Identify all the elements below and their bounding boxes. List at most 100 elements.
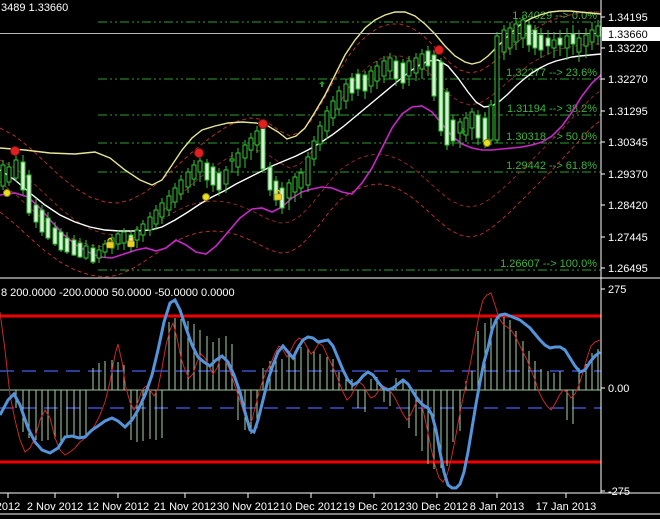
candle-body bbox=[260, 126, 266, 170]
candle-body bbox=[532, 29, 538, 49]
candle-body bbox=[413, 57, 419, 74]
candle-body bbox=[140, 223, 146, 236]
candle-body bbox=[444, 91, 450, 146]
candle-body bbox=[292, 176, 298, 193]
candle-body bbox=[330, 100, 336, 119]
candle-body bbox=[185, 171, 191, 188]
price-axis-label: 1.33220 bbox=[608, 43, 648, 55]
candle-body bbox=[204, 162, 210, 181]
candle-body bbox=[475, 114, 481, 139]
candle-body bbox=[387, 57, 393, 72]
candle-body bbox=[254, 130, 260, 146]
candle-body bbox=[147, 216, 153, 231]
candle-body bbox=[526, 24, 532, 46]
current-price-tag-text: 1.33660 bbox=[608, 29, 648, 41]
candle-body bbox=[223, 169, 229, 185]
candle-body bbox=[45, 217, 51, 239]
candle-body bbox=[235, 152, 241, 168]
time-axis-label: 12 Nov 2012 bbox=[87, 501, 149, 513]
candle-body bbox=[0, 164, 6, 187]
candle-body bbox=[324, 110, 330, 132]
candle-body bbox=[317, 125, 323, 145]
candle-body bbox=[6, 166, 12, 183]
candle-body bbox=[406, 60, 412, 77]
candle-body bbox=[469, 111, 475, 129]
candle-body bbox=[425, 50, 431, 67]
candle-body bbox=[172, 187, 178, 203]
time-axis-label: 30 Dec 2012 bbox=[406, 501, 468, 513]
indicator-params-text: 8 200.0000 -200.0000 50.0000 -50.0000 0.… bbox=[1, 287, 235, 299]
candle-body bbox=[355, 73, 361, 90]
sell-signal-dot bbox=[434, 45, 444, 55]
fib-level-label: 1.29442 --> 61.8% bbox=[506, 160, 597, 172]
sell-signal-dot bbox=[10, 146, 20, 156]
time-axis-label: 17 Jan 2013 bbox=[536, 501, 597, 513]
candle-body bbox=[39, 209, 45, 233]
candle-body bbox=[71, 239, 77, 256]
candle-body bbox=[267, 166, 273, 191]
candle-body bbox=[463, 117, 469, 136]
price-axis-label: 1.30345 bbox=[608, 137, 648, 149]
candle-body bbox=[305, 156, 311, 186]
time-axis-label: 2 Nov 2012 bbox=[27, 501, 83, 513]
candle-body bbox=[520, 19, 526, 39]
mt4-chart-window: 1.34029 --> 0.0% 1.32277 --> 23.6% 1.31194… bbox=[0, 0, 660, 519]
candle-body bbox=[564, 35, 570, 49]
candle-body bbox=[343, 83, 349, 102]
candle-body bbox=[583, 34, 589, 47]
candle-body bbox=[507, 27, 513, 49]
candle-body bbox=[311, 140, 317, 160]
candle-body bbox=[400, 62, 406, 84]
candle-body bbox=[52, 227, 58, 245]
candle-body bbox=[248, 137, 254, 151]
lock-icon bbox=[106, 241, 114, 249]
fib-level-label: 1.32277 --> 23.6% bbox=[506, 67, 597, 79]
chart-canvas[interactable]: 1.34029 --> 0.0%1.32277 --> 23.6%1.31194… bbox=[0, 0, 660, 519]
candle-body bbox=[159, 202, 165, 218]
candle-body bbox=[210, 166, 216, 186]
price-axis-label: 1.28420 bbox=[608, 200, 648, 212]
candle-body bbox=[419, 53, 425, 70]
sell-signal-dot bbox=[194, 148, 204, 158]
candle-body bbox=[431, 54, 437, 97]
candle-body bbox=[336, 90, 342, 110]
candle-body bbox=[438, 61, 444, 132]
time-axis-label: 2012 bbox=[0, 501, 20, 513]
candle-body bbox=[83, 245, 89, 259]
candle-body bbox=[166, 195, 172, 211]
sell-signal-dot bbox=[258, 119, 268, 129]
osc-axis-label: 0.00 bbox=[608, 383, 629, 395]
candle-body bbox=[90, 247, 96, 263]
time-axis-label: 10 Dec 2012 bbox=[280, 501, 342, 513]
candle-body bbox=[538, 34, 544, 51]
lock-icon bbox=[274, 193, 282, 201]
candle-body bbox=[13, 159, 19, 179]
time-axis-label: 30 Nov 2012 bbox=[217, 501, 279, 513]
candle-body bbox=[26, 174, 32, 214]
candle-body bbox=[229, 158, 235, 162]
time-axis-label: 8 Jan 2013 bbox=[470, 501, 524, 513]
candle-body bbox=[242, 144, 248, 159]
fib-level-label: 1.31194 --> 38.2% bbox=[507, 103, 597, 115]
ohlc-overlay-text: 3489 1.33660 bbox=[1, 2, 69, 14]
candle-body bbox=[298, 172, 304, 189]
candle-body bbox=[134, 229, 140, 241]
candle-body bbox=[393, 60, 399, 80]
candle-body bbox=[501, 29, 507, 53]
candle-body bbox=[121, 231, 127, 244]
candle-body bbox=[362, 74, 368, 92]
time-axis-label: 21 Nov 2012 bbox=[154, 501, 216, 513]
candle-body bbox=[178, 179, 184, 195]
candle-body bbox=[20, 161, 26, 191]
candle-body bbox=[557, 37, 563, 46]
yellow-signal-dot bbox=[3, 189, 11, 197]
candle-body bbox=[286, 182, 292, 199]
candle-body bbox=[216, 172, 222, 191]
candle-body bbox=[576, 37, 582, 53]
candle-body bbox=[450, 119, 456, 142]
candle-body bbox=[58, 231, 64, 251]
price-axis-label: 1.27445 bbox=[608, 232, 648, 244]
yellow-signal-dot bbox=[202, 193, 210, 201]
candle-body bbox=[115, 233, 121, 245]
candle-body bbox=[482, 117, 488, 143]
